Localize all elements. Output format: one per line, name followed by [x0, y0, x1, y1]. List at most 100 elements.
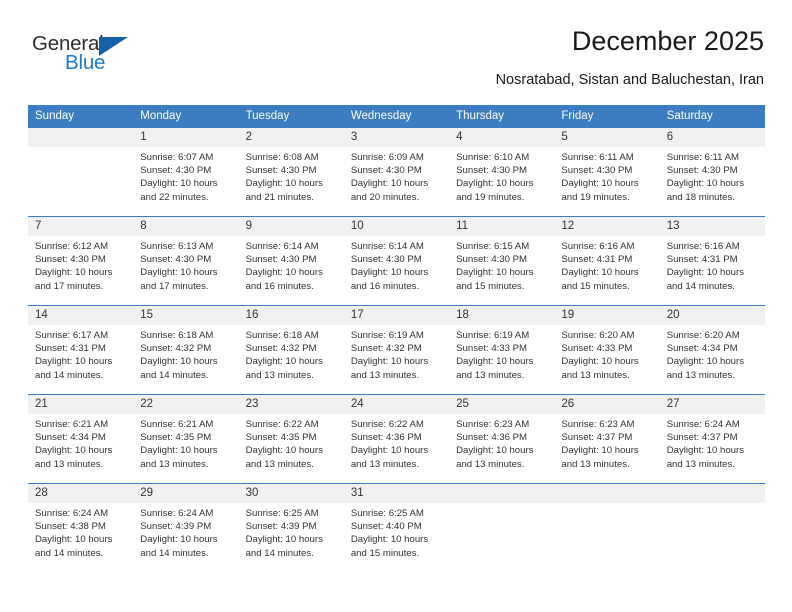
calendar-empty-cell — [28, 127, 134, 217]
weekday-header-thursday: Thursday — [449, 105, 555, 128]
calendar-empty-cell — [449, 483, 555, 572]
general-blue-logo: General Blue — [32, 32, 162, 84]
day-number: 1 — [133, 128, 239, 147]
sunset-text: Sunset: 4:37 PM — [666, 432, 738, 444]
sunset-text: Sunset: 4:33 PM — [561, 343, 633, 355]
calendar-day-cell[interactable]: 1 Sunrise: 6:07 AM Sunset: 4:30 PM Daylight… — [133, 127, 239, 217]
calendar-day-cell[interactable]: 17 Sunrise: 6:19 AM Sunset: 4:32 PM Dayligh… — [343, 305, 450, 395]
calendar-day-cell[interactable]: 7 Sunrise: 6:12 AM Sunset: 4:30 PM Daylight… — [28, 216, 134, 306]
daylight-text: Daylight: 10 hours and 13 minutes. — [561, 356, 639, 381]
calendar-day-cell[interactable]: 23 Sunrise: 6:22 AM Sunset: 4:35 PM Dayligh… — [238, 394, 344, 484]
day-details: Sunrise: 6:25 AM Sunset: 4:39 PM Daylight:… — [239, 503, 344, 560]
sunrise-text: Sunrise: 6:24 AM — [140, 508, 214, 519]
sunset-text: Sunset: 4:39 PM — [140, 521, 212, 533]
sunrise-text: Sunrise: 6:07 AM — [140, 152, 214, 163]
calendar-day-cell[interactable]: 12 Sunrise: 6:16 AM Sunset: 4:31 PM Dayligh… — [554, 216, 660, 306]
calendar-day-cell[interactable]: 18 Sunrise: 6:19 AM Sunset: 4:33 PM Dayligh… — [449, 305, 555, 395]
sunset-text: Sunset: 4:30 PM — [245, 165, 317, 177]
sunset-text: Sunset: 4:30 PM — [456, 254, 528, 266]
sunrise-text: Sunrise: 6:09 AM — [350, 152, 424, 163]
page-subtitle-location: Nosratabad, Sistan and Baluchestan, Iran — [495, 72, 764, 88]
calendar-day-cell[interactable]: 11 Sunrise: 6:15 AM Sunset: 4:30 PM Dayligh… — [449, 216, 555, 306]
page-header: General Blue December 2025 Nosratabad, S… — [28, 26, 764, 98]
day-number: 15 — [133, 306, 239, 325]
sunrise-text: Sunrise: 6:20 AM — [666, 330, 740, 341]
sunrise-text: Sunrise: 6:25 AM — [245, 508, 319, 519]
sunset-text: Sunset: 4:30 PM — [140, 254, 212, 266]
calendar-day-cell[interactable]: 19 Sunrise: 6:20 AM Sunset: 4:33 PM Dayligh… — [554, 305, 660, 395]
day-number — [28, 128, 134, 147]
daylight-text: Daylight: 10 hours and 16 minutes. — [350, 267, 429, 292]
calendar-week-row: 7 Sunrise: 6:12 AM Sunset: 4:30 PM Daylight… — [28, 216, 765, 306]
sunrise-text: Sunrise: 6:10 AM — [456, 152, 530, 163]
calendar-week-row: 1 Sunrise: 6:07 AM Sunset: 4:30 PM Daylight… — [28, 127, 765, 217]
day-number: 13 — [659, 217, 765, 236]
day-details: Sunrise: 6:23 AM Sunset: 4:36 PM Daylight:… — [449, 414, 554, 471]
sunset-text: Sunset: 4:30 PM — [245, 254, 317, 266]
day-details: Sunrise: 6:14 AM Sunset: 4:30 PM Daylight:… — [239, 236, 344, 293]
day-number — [554, 484, 660, 503]
page-title: December 2025 — [571, 26, 764, 56]
sunrise-text: Sunrise: 6:24 AM — [666, 419, 740, 430]
sunrise-text: Sunrise: 6:19 AM — [456, 330, 530, 341]
calendar-day-cell[interactable]: 13 Sunrise: 6:16 AM Sunset: 4:31 PM Dayligh… — [659, 216, 765, 306]
calendar-day-cell[interactable]: 31 Sunrise: 6:25 AM Sunset: 4:40 PM Dayligh… — [343, 483, 450, 572]
day-number: 29 — [133, 484, 239, 503]
day-details: Sunrise: 6:20 AM Sunset: 4:33 PM Daylight:… — [554, 325, 659, 382]
day-number: 30 — [238, 484, 344, 503]
daylight-text: Daylight: 10 hours and 14 minutes. — [35, 356, 113, 381]
calendar-day-cell[interactable]: 26 Sunrise: 6:23 AM Sunset: 4:37 PM Dayligh… — [554, 394, 660, 484]
calendar-day-cell[interactable]: 16 Sunrise: 6:18 AM Sunset: 4:32 PM Dayligh… — [238, 305, 344, 395]
day-number: 4 — [449, 128, 555, 147]
daylight-text: Daylight: 10 hours and 15 minutes. — [456, 267, 534, 292]
sunset-text: Sunset: 4:40 PM — [350, 521, 422, 533]
calendar-day-cell[interactable]: 27 Sunrise: 6:24 AM Sunset: 4:37 PM Dayligh… — [659, 394, 765, 484]
calendar-day-cell[interactable]: 6 Sunrise: 6:11 AM Sunset: 4:30 PM Daylight… — [659, 127, 765, 217]
sunrise-text: Sunrise: 6:08 AM — [245, 152, 319, 163]
sunset-text: Sunset: 4:33 PM — [456, 343, 528, 355]
calendar-day-cell[interactable]: 20 Sunrise: 6:20 AM Sunset: 4:34 PM Dayligh… — [659, 305, 765, 395]
sunrise-text: Sunrise: 6:12 AM — [35, 241, 109, 252]
calendar-header-row: Sunday Monday Tuesday Wednesday Thursday… — [28, 105, 765, 128]
calendar-week-row: 28 Sunrise: 6:24 AM Sunset: 4:38 PM Dayligh… — [28, 483, 765, 572]
calendar-day-cell[interactable]: 9 Sunrise: 6:14 AM Sunset: 4:30 PM Daylight… — [238, 216, 344, 306]
daylight-text: Daylight: 10 hours and 13 minutes. — [456, 356, 534, 381]
calendar-day-cell[interactable]: 3 Sunrise: 6:09 AM Sunset: 4:30 PM Daylight… — [343, 127, 450, 217]
calendar-day-cell[interactable]: 2 Sunrise: 6:08 AM Sunset: 4:30 PM Daylight… — [238, 127, 344, 217]
calendar-day-cell[interactable]: 22 Sunrise: 6:21 AM Sunset: 4:35 PM Dayligh… — [133, 394, 239, 484]
day-details: Sunrise: 6:18 AM Sunset: 4:32 PM Daylight:… — [133, 325, 238, 382]
calendar-day-cell[interactable]: 21 Sunrise: 6:21 AM Sunset: 4:34 PM Dayligh… — [28, 394, 134, 484]
sunrise-text: Sunrise: 6:11 AM — [666, 152, 740, 163]
day-number: 17 — [343, 306, 450, 325]
calendar-day-cell[interactable]: 28 Sunrise: 6:24 AM Sunset: 4:38 PM Dayligh… — [28, 483, 134, 572]
calendar-day-cell[interactable]: 4 Sunrise: 6:10 AM Sunset: 4:30 PM Daylight… — [449, 127, 555, 217]
daylight-text: Daylight: 10 hours and 13 minutes. — [245, 356, 323, 381]
day-details: Sunrise: 6:23 AM Sunset: 4:37 PM Daylight:… — [554, 414, 659, 471]
calendar-day-cell[interactable]: 29 Sunrise: 6:24 AM Sunset: 4:39 PM Dayligh… — [133, 483, 239, 572]
calendar-day-cell[interactable]: 30 Sunrise: 6:25 AM Sunset: 4:39 PM Dayligh… — [238, 483, 344, 572]
day-details: Sunrise: 6:20 AM Sunset: 4:34 PM Daylight:… — [660, 325, 765, 382]
sunset-text: Sunset: 4:32 PM — [245, 343, 317, 355]
calendar-day-cell[interactable]: 10 Sunrise: 6:14 AM Sunset: 4:30 PM Dayligh… — [343, 216, 450, 306]
weekday-header-friday: Friday — [554, 105, 660, 128]
daylight-text: Daylight: 10 hours and 20 minutes. — [350, 178, 429, 203]
daylight-text: Daylight: 10 hours and 19 minutes. — [561, 178, 639, 203]
sunset-text: Sunset: 4:30 PM — [561, 165, 633, 177]
daylight-text: Daylight: 10 hours and 13 minutes. — [456, 445, 534, 470]
calendar-day-cell[interactable]: 24 Sunrise: 6:22 AM Sunset: 4:36 PM Dayligh… — [343, 394, 450, 484]
day-details: Sunrise: 6:16 AM Sunset: 4:31 PM Daylight:… — [554, 236, 659, 293]
sunrise-text: Sunrise: 6:19 AM — [350, 330, 424, 341]
sunrise-text: Sunrise: 6:23 AM — [456, 419, 530, 430]
daylight-text: Daylight: 10 hours and 14 minutes. — [35, 534, 113, 559]
calendar-day-cell[interactable]: 15 Sunrise: 6:18 AM Sunset: 4:32 PM Dayligh… — [133, 305, 239, 395]
sunset-text: Sunset: 4:32 PM — [140, 343, 212, 355]
sunrise-text: Sunrise: 6:23 AM — [561, 419, 635, 430]
calendar-body: 1 Sunrise: 6:07 AM Sunset: 4:30 PM Daylight… — [28, 127, 765, 572]
day-number: 10 — [343, 217, 450, 236]
calendar-day-cell[interactable]: 5 Sunrise: 6:11 AM Sunset: 4:30 PM Daylight… — [554, 127, 660, 217]
sunset-text: Sunset: 4:31 PM — [561, 254, 633, 266]
calendar-day-cell[interactable]: 25 Sunrise: 6:23 AM Sunset: 4:36 PM Dayligh… — [449, 394, 555, 484]
calendar-day-cell[interactable]: 8 Sunrise: 6:13 AM Sunset: 4:30 PM Daylight… — [133, 216, 239, 306]
calendar-day-cell[interactable]: 14 Sunrise: 6:17 AM Sunset: 4:31 PM Dayligh… — [28, 305, 134, 395]
day-details: Sunrise: 6:22 AM Sunset: 4:36 PM Daylight:… — [344, 414, 449, 471]
